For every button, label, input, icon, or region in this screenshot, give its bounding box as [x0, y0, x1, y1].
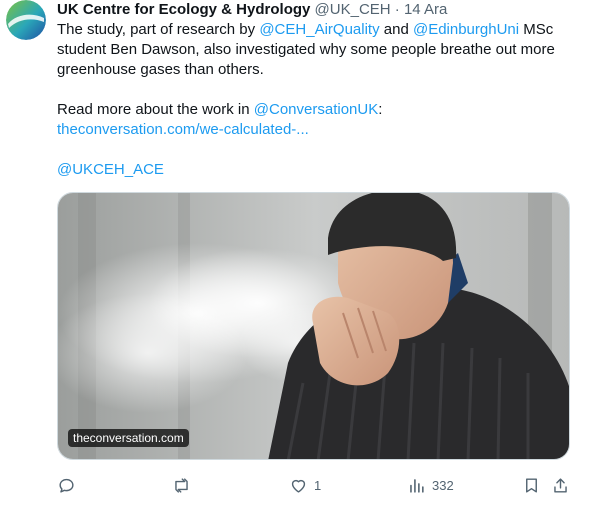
like-count: 1: [314, 477, 322, 493]
tweet[interactable]: UK Centre for Ecology & Hydrology @UK_CE…: [0, 0, 591, 505]
separator-dot: ·: [394, 1, 400, 18]
mention-ukceh-ace[interactable]: @UKCEH_ACE: [57, 161, 164, 178]
text-segment: The study, part of research by: [57, 21, 260, 38]
tweet-paragraph: theconversation.com/we-calculated-...: [57, 120, 577, 140]
tweet-paragraph: @UKCEH_ACE: [57, 160, 577, 180]
text-segment: Read more about the work in: [57, 101, 254, 118]
reply-icon: [59, 478, 74, 493]
bookmark-button[interactable]: [522, 474, 541, 496]
retweet-button[interactable]: [172, 474, 191, 496]
mention-ceh-airquality[interactable]: @CEH_AirQuality: [259, 21, 379, 38]
bookmark-icon: [526, 477, 537, 493]
mention-edinburghuni[interactable]: @EdinburghUni: [413, 21, 519, 38]
text-segment: and: [379, 21, 413, 38]
author-handle[interactable]: @UK_CEH: [315, 1, 391, 18]
share-icon: [554, 477, 567, 493]
mention-conversationuk[interactable]: @ConversationUK: [254, 101, 378, 118]
action-bar: 1 332: [57, 474, 570, 498]
analytics-icon: [410, 478, 424, 493]
reply-button[interactable]: [57, 474, 76, 496]
tweet-text: The study, part of research by @CEH_AirQ…: [57, 20, 577, 180]
retweet-icon: [175, 477, 188, 493]
share-button[interactable]: [551, 474, 570, 496]
views-button[interactable]: 332: [407, 474, 454, 496]
ukceh-logo: [6, 0, 46, 40]
media-image[interactable]: theconversation.com: [57, 192, 570, 460]
heart-icon: [291, 479, 306, 493]
author-name[interactable]: UK Centre for Ecology & Hydrology: [57, 1, 310, 18]
article-link[interactable]: theconversation.com/we-calculated-...: [57, 121, 309, 138]
like-button[interactable]: 1: [289, 474, 321, 496]
views-count: 332: [432, 477, 454, 493]
text-segment: :: [378, 101, 383, 118]
tweet-paragraph: The study, part of research by @CEH_AirQ…: [57, 20, 577, 80]
tweet-header: UK Centre for Ecology & Hydrology @UK_CE…: [57, 0, 447, 20]
tweet-paragraph: Read more about the work in @Conversatio…: [57, 100, 577, 120]
media-source-caption: theconversation.com: [68, 429, 189, 447]
avatar[interactable]: [6, 0, 46, 40]
photo-man-breathing-cold-air: [58, 193, 569, 459]
tweet-date[interactable]: 14 Ara: [404, 1, 447, 18]
